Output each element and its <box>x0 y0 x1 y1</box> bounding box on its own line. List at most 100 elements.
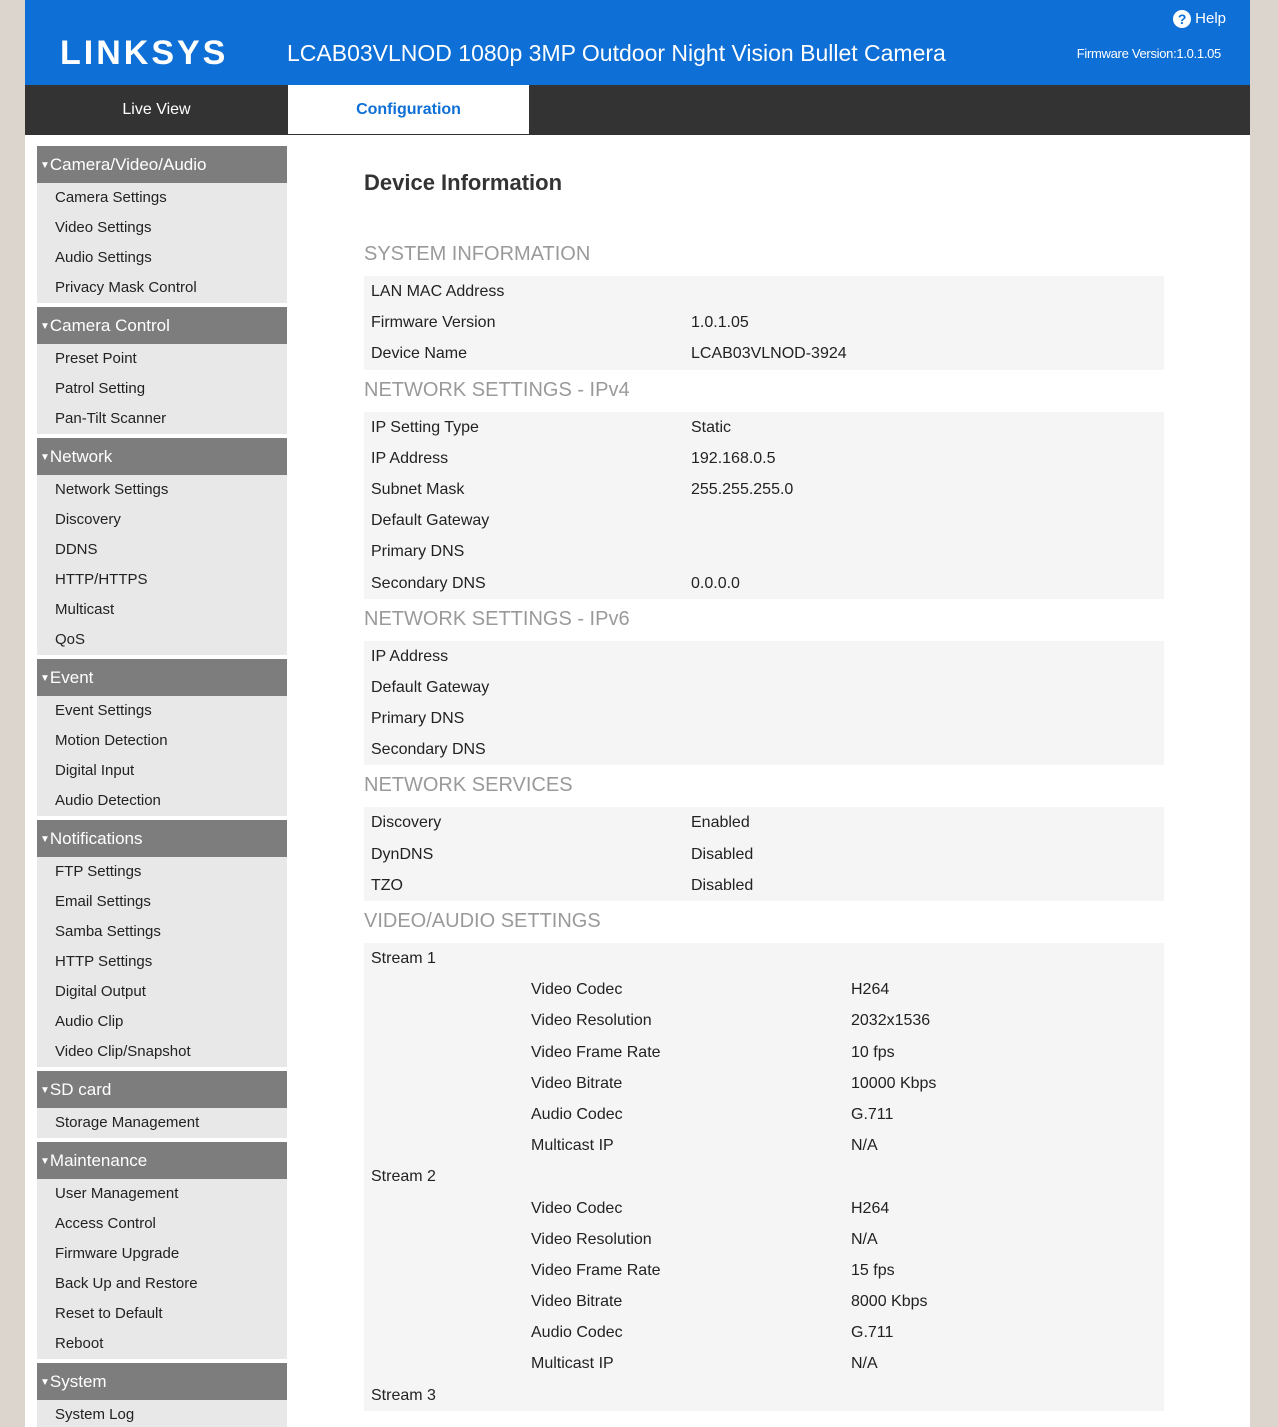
sidebar-item-ftp-settings[interactable]: FTP Settings <box>37 857 287 887</box>
sidebar-item-reset-to-default[interactable]: Reset to Default <box>37 1299 287 1329</box>
table-row: Primary DNS <box>364 703 1164 734</box>
table-row: Secondary DNS <box>364 734 1164 765</box>
triangle-down-icon: ▼ <box>40 1156 50 1167</box>
sidebar-section-label: Event <box>49 668 94 687</box>
triangle-down-icon: ▼ <box>40 160 50 171</box>
tab-live-view[interactable]: Live View <box>25 85 288 134</box>
sidebar-item-http-https[interactable]: HTTP/HTTPS <box>37 565 287 595</box>
sidebar-section-sd-card[interactable]: ▼SD card <box>37 1071 287 1108</box>
table-row: Stream 2 <box>364 1161 1164 1192</box>
triangle-down-icon: ▼ <box>40 321 50 332</box>
field-value: 1.0.1.05 <box>691 314 749 332</box>
field-value: G.711 <box>851 1324 894 1342</box>
field-label: Discovery <box>371 814 442 832</box>
field-value: Static <box>691 418 732 436</box>
sidebar-section-label: Maintenance <box>49 1151 148 1170</box>
sidebar-item-network-settings[interactable]: Network Settings <box>37 475 287 505</box>
field-label: Audio Codec <box>531 1105 623 1123</box>
triangle-down-icon: ▼ <box>40 452 50 463</box>
table-row: Subnet Mask 255.255.255.0 <box>364 474 1164 505</box>
sidebar-item-privacy-mask-control[interactable]: Privacy Mask Control <box>37 273 287 303</box>
sidebar-item-system-log[interactable]: System Log <box>37 1400 287 1427</box>
field-label: Secondary DNS <box>371 574 486 592</box>
sidebar-item-samba-settings[interactable]: Samba Settings <box>37 917 287 947</box>
field-value: 10 fps <box>851 1043 895 1061</box>
sidebar-item-motion-detection[interactable]: Motion Detection <box>37 726 287 756</box>
field-label: IP Address <box>371 449 449 467</box>
sidebar-item-firmware-upgrade[interactable]: Firmware Upgrade <box>37 1239 287 1269</box>
sidebar-section-network[interactable]: ▼Network <box>37 438 287 475</box>
sidebar: ▼Camera/Video/Audio Camera Settings Video … <box>37 146 287 1427</box>
firmware-version-text: Firmware Version:1.0.1.05 <box>1076 46 1222 61</box>
info-sections: SYSTEM INFORMATION LAN MAC Address Firmwar… <box>364 240 1164 1411</box>
sidebar-item-list: Storage Management <box>37 1108 287 1138</box>
table-row: Stream 3 <box>364 1380 1164 1411</box>
sidebar-section-maintenance[interactable]: ▼Maintenance <box>37 1142 287 1179</box>
sidebar-section-system[interactable]: ▼System <box>37 1363 287 1400</box>
sidebar-item-reboot[interactable]: Reboot <box>37 1329 287 1359</box>
field-value: LCAB03VLNOD-3924 <box>691 345 847 363</box>
section-network-settings-ipv4: NETWORK SETTINGS - IPv4 IP Setting Type St… <box>364 376 1164 599</box>
sidebar-item-audio-detection[interactable]: Audio Detection <box>37 786 287 816</box>
section-system-information: SYSTEM INFORMATION LAN MAC Address Firmwar… <box>364 240 1164 370</box>
sidebar-item-audio-clip[interactable]: Audio Clip <box>37 1007 287 1037</box>
info-table: Discovery Enabled DynDNS Disabled TZO Disable… <box>364 807 1164 901</box>
table-row: Audio Codec G.711 <box>364 1317 1164 1348</box>
field-label: Primary DNS <box>371 710 465 728</box>
field-value: 255.255.255.0 <box>691 480 794 498</box>
sidebar-section-camera-control[interactable]: ▼Camera Control <box>37 307 287 344</box>
sidebar-item-back-up-and-restore[interactable]: Back Up and Restore <box>37 1269 287 1299</box>
sidebar-item-user-management[interactable]: User Management <box>37 1179 287 1209</box>
field-value: Disabled <box>691 876 754 894</box>
table-row: Video Resolution N/A <box>364 1224 1164 1255</box>
sidebar-item-http-settings[interactable]: HTTP Settings <box>37 947 287 977</box>
field-value: 15 fps <box>851 1261 895 1279</box>
sidebar-item-digital-output[interactable]: Digital Output <box>37 977 287 1007</box>
table-row: Video Codec H264 <box>364 974 1164 1005</box>
info-table: LAN MAC Address Firmware Version 1.0.1.05 D… <box>364 276 1164 370</box>
sidebar-section-label: Notifications <box>49 829 143 848</box>
sidebar-item-multicast[interactable]: Multicast <box>37 595 287 625</box>
tab-configuration[interactable]: Configuration <box>288 85 529 134</box>
sidebar-item-pan-tilt-scanner[interactable]: Pan-Tilt Scanner <box>37 404 287 434</box>
sidebar-section-event[interactable]: ▼Event <box>37 659 287 696</box>
field-label: Primary DNS <box>371 543 465 561</box>
field-label: Firmware Version <box>371 314 496 332</box>
field-value: G.711 <box>851 1105 894 1123</box>
field-label: Secondary DNS <box>371 741 486 759</box>
field-label: Video Codec <box>531 1199 623 1217</box>
sidebar-item-event-settings[interactable]: Event Settings <box>37 696 287 726</box>
sidebar-item-digital-input[interactable]: Digital Input <box>37 756 287 786</box>
sidebar-item-access-control[interactable]: Access Control <box>37 1209 287 1239</box>
table-row: Device Name LCAB03VLNOD-3924 <box>364 338 1164 369</box>
main-nav: Live View Configuration <box>25 85 1250 135</box>
sidebar-section-label: Camera Control <box>49 316 170 335</box>
field-label: IP Address <box>371 647 449 665</box>
sidebar-item-patrol-setting[interactable]: Patrol Setting <box>37 374 287 404</box>
info-table: IP Address Default Gateway Primary DNS Seco… <box>364 640 1164 766</box>
table-row: IP Setting Type Static <box>364 412 1164 443</box>
field-value: 10000 Kbps <box>851 1074 937 1092</box>
sidebar-item-list: Event Settings Motion Detection Digital In… <box>37 696 287 816</box>
sidebar-item-discovery[interactable]: Discovery <box>37 505 287 535</box>
field-value: N/A <box>851 1230 878 1248</box>
section-title: NETWORK SETTINGS - IPv6 <box>364 607 630 630</box>
table-row: Stream 1 <box>364 943 1164 974</box>
sidebar-item-audio-settings[interactable]: Audio Settings <box>37 243 287 273</box>
table-row: IP Address <box>364 641 1164 672</box>
sidebar-item-ddns[interactable]: DDNS <box>37 535 287 565</box>
sidebar-item-email-settings[interactable]: Email Settings <box>37 887 287 917</box>
sidebar-item-qos[interactable]: QoS <box>37 625 287 655</box>
field-value: Disabled <box>691 845 754 863</box>
sidebar-item-preset-point[interactable]: Preset Point <box>37 344 287 374</box>
field-label: Stream 3 <box>371 1386 436 1404</box>
help-link[interactable]: ? Help <box>1173 9 1226 29</box>
sidebar-section-camera-video-audio[interactable]: ▼Camera/Video/Audio <box>37 146 287 183</box>
table-row: Video Frame Rate 10 fps <box>364 1037 1164 1068</box>
sidebar-item-storage-management[interactable]: Storage Management <box>37 1108 287 1138</box>
sidebar-item-camera-settings[interactable]: Camera Settings <box>37 183 287 213</box>
sidebar-section-notifications[interactable]: ▼Notifications <box>37 820 287 857</box>
sidebar-item-video-clip-snapshot[interactable]: Video Clip/Snapshot <box>37 1037 287 1067</box>
sidebar-item-video-settings[interactable]: Video Settings <box>37 213 287 243</box>
help-label: Help <box>1195 10 1226 27</box>
